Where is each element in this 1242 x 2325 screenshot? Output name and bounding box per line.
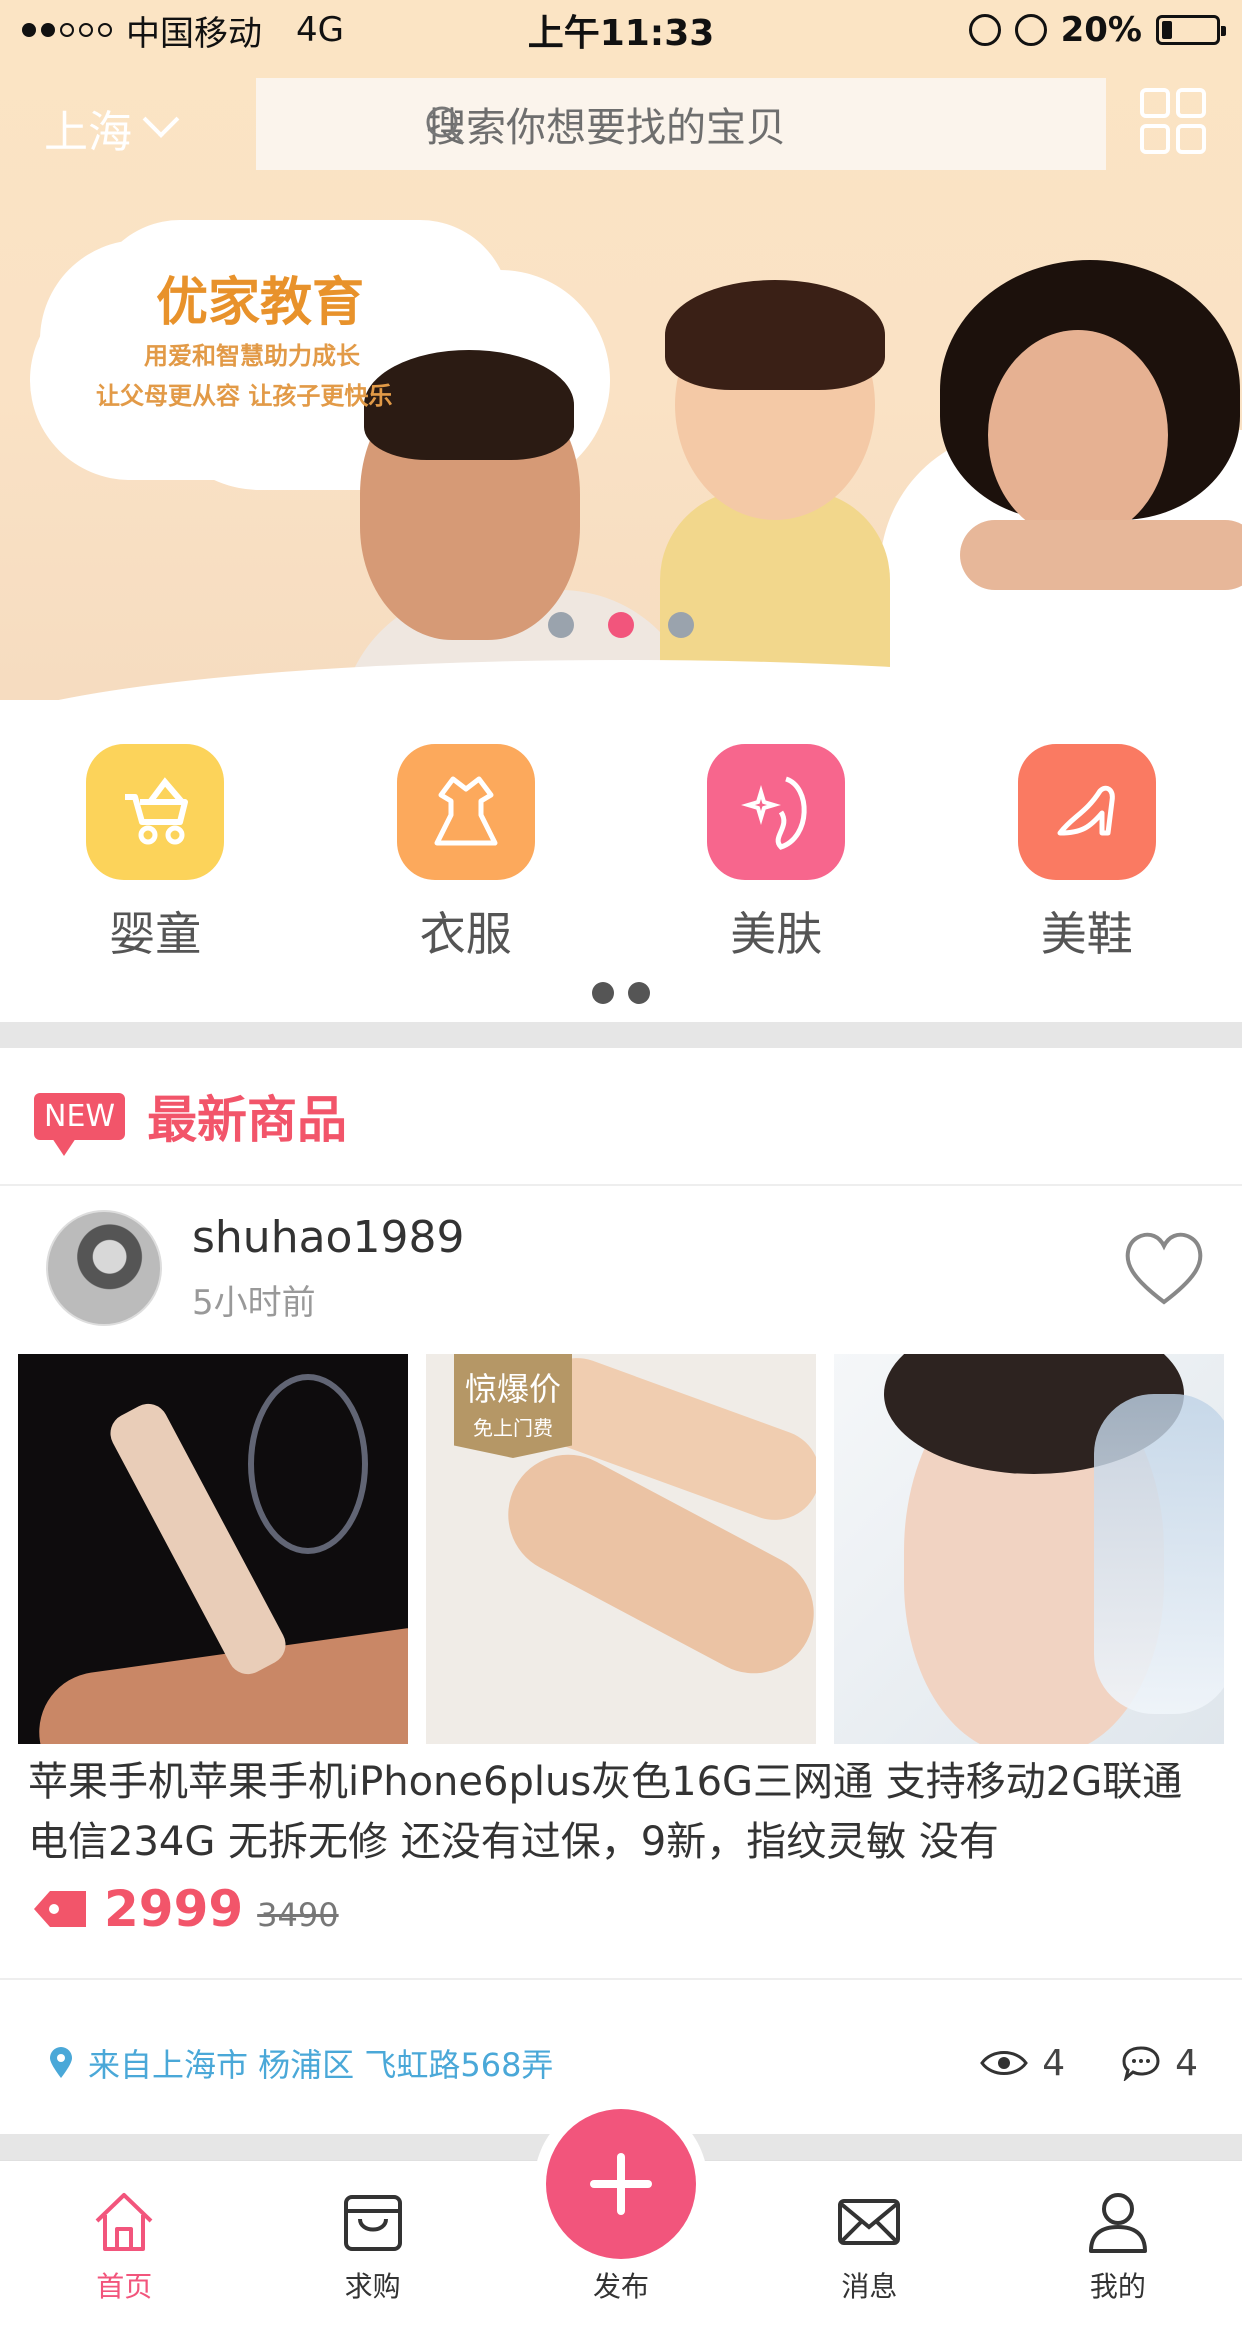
price-promo-tag: 惊爆价 免上门费 [454, 1354, 572, 1458]
product-description: 苹果手机苹果手机iPhone6plus灰色16G三网通 支持移动2G联通电信23… [28, 1759, 1183, 1865]
tab-wanted[interactable]: 求购 [248, 2161, 496, 2325]
views-count: 4 [1042, 2042, 1066, 2084]
views-stat: 4 [980, 2043, 1065, 2084]
tab-label: 首页 [96, 2270, 153, 2303]
tab-label: 求购 [344, 2270, 401, 2303]
category-label: 美肤 [730, 907, 823, 961]
product-photos: 惊爆价 免上门费 [18, 1354, 1224, 1744]
section-header: NEW 最新商品 [0, 1048, 1242, 1186]
heart-icon[interactable] [1122, 1228, 1206, 1308]
carousel-dot[interactable] [548, 612, 574, 638]
promo-subtitle-1: 用爱和智慧助力成长 [144, 342, 360, 370]
product-card[interactable]: shuhao1989 5小时前 惊爆价 免上门费 苹果手机苹果手机iPhone6… [0, 1188, 1242, 2136]
user-icon [1088, 2193, 1147, 2253]
dress-icon [396, 744, 535, 880]
home-icon [95, 2193, 153, 2251]
section-title: 最新商品 [147, 1091, 348, 1149]
carousel-dot-active[interactable] [608, 612, 634, 638]
network-type: 4G [296, 10, 344, 50]
tab-label: 发布 [593, 2270, 650, 2303]
product-photo[interactable] [834, 1354, 1224, 1744]
seller-row: shuhao1989 5小时前 [46, 1208, 1206, 1328]
battery-icon [1156, 15, 1226, 45]
price-tag-icon [34, 1891, 86, 1927]
promo-tag-line1: 惊爆价 [464, 1370, 561, 1408]
comments-count: 4 [1175, 2042, 1198, 2084]
carousel-indicator [0, 612, 1242, 638]
seller-username[interactable]: shuhao1989 [192, 1212, 464, 1263]
carousel-dot[interactable] [668, 612, 694, 638]
category-shoes[interactable]: 美鞋 [932, 744, 1242, 964]
eye-icon [980, 2051, 1029, 2075]
battery-percent: 20% [1060, 10, 1142, 50]
search-placeholder: 搜索你想要找的宝贝 [426, 105, 786, 151]
banner-carousel[interactable]: 中国移动 4G 上午11:33 20% 上海 搜索你想要找的宝贝 优家教育 用爱… [0, 0, 1242, 700]
promo-tag-line2: 免上门费 [473, 1416, 553, 1440]
plus-icon [590, 2153, 653, 2215]
category-page-indicator [0, 982, 1242, 1004]
category-beauty[interactable]: 美肤 [621, 744, 932, 964]
price: 2999 [104, 1880, 244, 1938]
tab-mine[interactable]: 我的 [994, 2161, 1242, 2325]
category-label: 衣服 [419, 907, 512, 961]
search-icon [426, 106, 464, 144]
category-row: 婴童 衣服 美肤 美鞋 [0, 744, 1242, 964]
rotation-lock-icon [968, 14, 1001, 46]
product-photo[interactable]: 惊爆价 免上门费 [426, 1354, 816, 1744]
stroller-icon [86, 744, 225, 880]
new-badge: NEW [34, 1092, 126, 1156]
product-meta: 来自上海市 杨浦区 飞虹路568弄 4 4 [48, 2028, 1198, 2098]
category-label: 美鞋 [1040, 907, 1133, 961]
avatar[interactable] [46, 1210, 162, 1326]
status-bar: 中国移动 4G 上午11:33 20% [0, 0, 1242, 60]
status-time: 上午11:33 [527, 13, 715, 54]
tab-home[interactable]: 首页 [0, 2161, 248, 2325]
comments-stat[interactable]: 4 [1121, 2043, 1198, 2084]
alarm-icon [1014, 14, 1047, 46]
category-label: 婴童 [109, 907, 202, 961]
publish-button[interactable] [546, 2109, 697, 2259]
category-clothes[interactable]: 衣服 [311, 744, 622, 964]
chevron-down-icon [142, 101, 180, 138]
category-baby[interactable]: 婴童 [0, 744, 311, 964]
post-time: 5小时前 [192, 1283, 316, 1323]
tab-label: 我的 [1089, 2270, 1146, 2303]
location-text: 来自上海市 杨浦区 飞虹路568弄 [88, 2046, 554, 2084]
tab-bar: 首页 求购 发布 消息 我的 [0, 2109, 1242, 2325]
location-link[interactable]: 来自上海市 杨浦区 飞虹路568弄 [48, 2040, 553, 2086]
signal-strength-icon [22, 23, 112, 37]
section-divider [0, 1022, 1242, 1048]
shopping-bag-icon [343, 2195, 402, 2251]
mail-icon [838, 2199, 901, 2245]
category-grid-icon[interactable] [1140, 88, 1206, 154]
tab-publish[interactable]: 发布 [497, 2109, 745, 2325]
beauty-face-icon [707, 744, 846, 880]
comment-icon [1122, 2046, 1160, 2081]
search-input[interactable]: 搜索你想要找的宝贝 [256, 78, 1106, 170]
original-price: 3490 [257, 1896, 339, 1934]
tab-label: 消息 [841, 2270, 898, 2303]
promo-title: 优家教育 [155, 273, 364, 333]
promo-subtitle-2: 让父母更从容 让孩子更快乐 [96, 382, 393, 410]
tab-messages[interactable]: 消息 [745, 2161, 993, 2325]
price-row: 2999 3490 [30, 1880, 339, 1938]
product-photo[interactable] [18, 1354, 408, 1744]
location-pin-icon [50, 2047, 72, 2078]
carrier-name: 中国移动 [126, 13, 262, 54]
city-selector[interactable]: 上海 [44, 96, 180, 160]
high-heel-icon [1017, 744, 1156, 880]
city-label: 上海 [44, 107, 132, 158]
